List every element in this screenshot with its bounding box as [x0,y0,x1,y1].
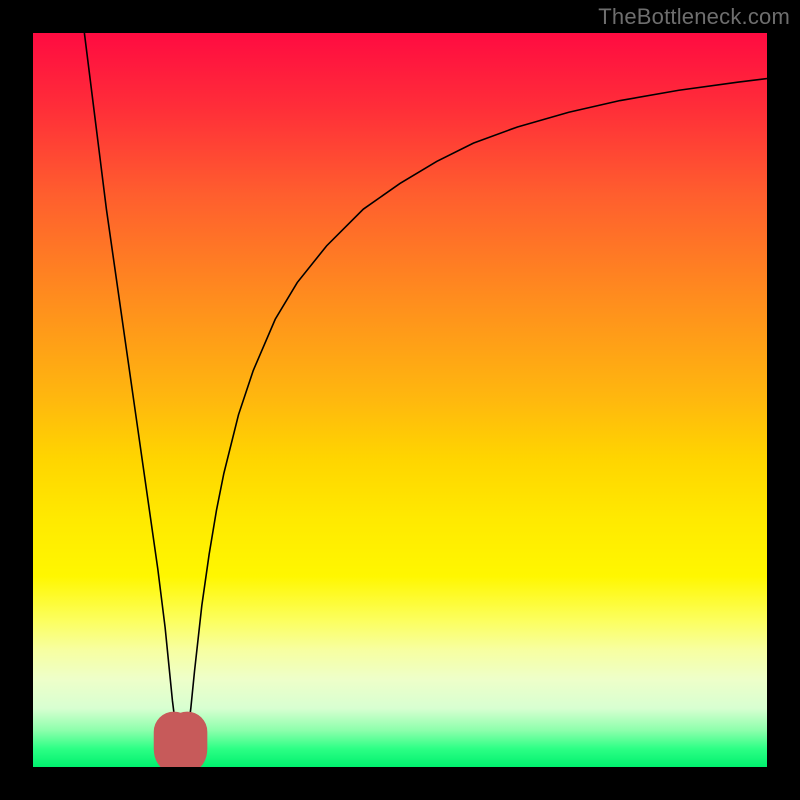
plot-area [33,33,767,767]
bottleneck-curve [84,33,767,749]
optimal-region-marker [174,732,187,755]
bottleneck-curve-svg [33,33,767,767]
watermark-text: TheBottleneck.com [598,4,790,30]
chart-frame: TheBottleneck.com [0,0,800,800]
